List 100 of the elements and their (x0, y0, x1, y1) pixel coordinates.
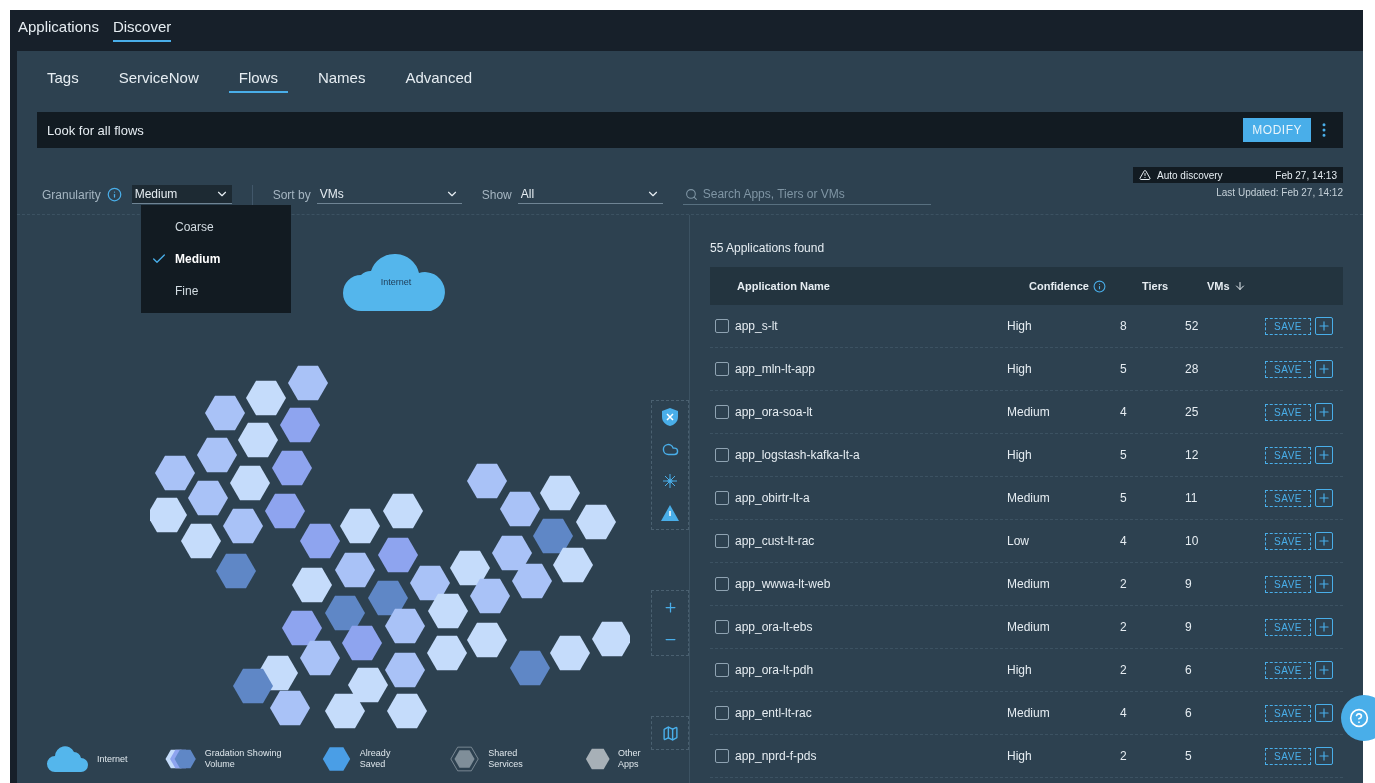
app-name: app_ora-soa-lt (735, 405, 813, 419)
tab[interactable]: Flows (228, 61, 288, 93)
row-checkbox[interactable] (715, 491, 729, 505)
add-button[interactable] (1315, 704, 1333, 722)
plus-icon (1317, 749, 1331, 763)
sort-label: Sort by (272, 187, 311, 202)
confidence-cell-text: Medium (1007, 405, 1051, 419)
row-checkbox[interactable] (715, 663, 729, 677)
vms-cell-text: 10 (1185, 534, 1200, 548)
save-button[interactable]: SAVE (1265, 575, 1311, 593)
column-header[interactable]: Confidence (1029, 279, 1142, 293)
plus-icon (1317, 534, 1331, 548)
granularity-label: Granularity (42, 187, 101, 202)
info-icon[interactable] (106, 187, 122, 202)
add-button[interactable] (1315, 532, 1333, 550)
plus-icon (1317, 706, 1331, 720)
save-button[interactable]: SAVE (1265, 704, 1311, 722)
sort-arrow-icon (1233, 280, 1246, 292)
plus-icon (1317, 319, 1331, 333)
column-header[interactable]: Tiers (1142, 280, 1207, 292)
menu-item[interactable]: Medium (141, 243, 291, 275)
nav-tab[interactable]: Applications (18, 18, 99, 42)
save-button[interactable]: SAVE (1265, 532, 1311, 550)
tiers-cell-text: 2 (1120, 663, 1128, 677)
row-checkbox[interactable] (715, 362, 729, 376)
plus-icon (1317, 448, 1331, 462)
tiers-cell-text: 5 (1120, 491, 1128, 505)
row-checkbox[interactable] (715, 706, 729, 720)
add-button[interactable] (1315, 360, 1333, 378)
row-checkbox[interactable] (715, 620, 729, 634)
save-button[interactable]: SAVE (1265, 403, 1311, 421)
tiers-cell-text: 8 (1120, 319, 1128, 333)
sort-select[interactable]: VMs (316, 185, 462, 204)
add-button[interactable] (1315, 317, 1333, 335)
query-text: Look for all flows (47, 122, 145, 138)
plus-icon (1317, 663, 1331, 677)
save-button[interactable]: SAVE (1265, 747, 1311, 765)
app-name: app_nprd-f-pds (735, 749, 817, 763)
last-updated-text: Last Updated: Feb 27, 14:12 (1216, 187, 1343, 198)
tiers-cell-text: 4 (1120, 534, 1128, 548)
vms-cell-text: 6 (1185, 706, 1193, 720)
hexagon-outlined-icon (449, 744, 481, 774)
tab[interactable]: Advanced (395, 61, 483, 93)
confidence-cell-text: Medium (1007, 620, 1051, 634)
add-button[interactable] (1315, 575, 1333, 593)
confidence-cell-text: Low (1007, 534, 1030, 548)
row-checkbox[interactable] (715, 577, 729, 591)
row-checkbox[interactable] (715, 319, 729, 333)
app-name: app_s-lt (735, 319, 778, 333)
tab[interactable]: Tags (37, 61, 89, 93)
column-header[interactable]: VMs (1207, 280, 1287, 292)
column-header[interactable]: Application Name (737, 280, 1029, 292)
results-count: 55 Applications found (710, 241, 826, 255)
vms-cell-text: 25 (1185, 405, 1200, 419)
confidence-cell-text: Medium (1007, 491, 1051, 505)
show-label: Show (481, 187, 512, 202)
app-name: app_cust-lt-rac (735, 534, 815, 548)
info-icon[interactable] (1092, 279, 1106, 293)
save-button[interactable]: SAVE (1265, 360, 1311, 378)
discovery-time: Feb 27, 14:13 (1275, 169, 1337, 181)
row-checkbox[interactable] (715, 448, 729, 462)
add-button[interactable] (1315, 489, 1333, 507)
add-button[interactable] (1315, 747, 1333, 765)
tab[interactable]: Names (307, 61, 376, 93)
app-name: app_obirtr-lt-a (735, 491, 810, 505)
vms-cell-text: 28 (1185, 362, 1200, 376)
plus-icon (1317, 491, 1331, 505)
menu-item[interactable]: Fine (141, 275, 291, 307)
add-button[interactable] (1315, 403, 1333, 421)
save-button[interactable]: SAVE (1265, 317, 1311, 335)
add-button[interactable] (1315, 618, 1333, 636)
legend-label: Gradation Showing Volume (204, 748, 283, 770)
vms-cell-text: 6 (1185, 663, 1193, 677)
tiers-cell-text: 4 (1120, 405, 1128, 419)
save-button[interactable]: SAVE (1265, 661, 1311, 679)
vms-cell-text: 52 (1185, 319, 1200, 333)
row-checkbox[interactable] (715, 749, 729, 763)
search-icon (684, 188, 698, 201)
help-icon (1349, 708, 1369, 728)
add-button[interactable] (1315, 446, 1333, 464)
confidence-cell-text: Medium (1007, 706, 1051, 720)
tab[interactable]: ServiceNow (108, 61, 209, 93)
vms-cell-text: 9 (1185, 577, 1193, 591)
add-button[interactable] (1315, 661, 1333, 679)
search-field[interactable]: Search Apps, Tiers or VMs (682, 184, 931, 205)
tiers-cell-text: 5 (1120, 448, 1128, 462)
save-button[interactable]: SAVE (1265, 446, 1311, 464)
nav-tab[interactable]: Discover (112, 18, 172, 42)
granularity-select[interactable]: Medium (131, 185, 232, 204)
row-checkbox[interactable] (715, 534, 729, 548)
vms-cell-text: 9 (1185, 620, 1193, 634)
legend-label: Other Apps (618, 748, 642, 770)
row-checkbox[interactable] (715, 405, 729, 419)
save-button[interactable]: SAVE (1265, 618, 1311, 636)
show-select[interactable]: All (517, 185, 663, 204)
save-button[interactable]: SAVE (1265, 489, 1311, 507)
menu-item[interactable]: Coarse (141, 211, 291, 243)
app-name: app_ora-lt-ebs (735, 620, 813, 634)
plus-icon (1317, 577, 1331, 591)
warning-icon (1139, 169, 1151, 181)
